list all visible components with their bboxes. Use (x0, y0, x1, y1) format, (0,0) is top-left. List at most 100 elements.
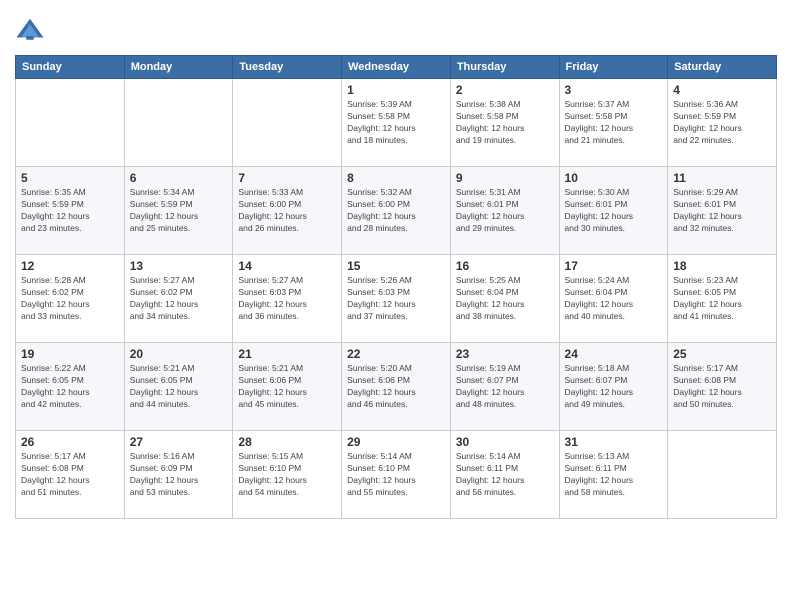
calendar-cell: 17 Sunrise: 5:24 AM Sunset: 6:04 PM Dayli… (559, 255, 668, 343)
day-number: 21 (238, 347, 336, 361)
day-info: Sunrise: 5:25 AM Sunset: 6:04 PM Dayligh… (456, 275, 554, 323)
weekday-header-thursday: Thursday (450, 56, 559, 79)
day-info: Sunrise: 5:21 AM Sunset: 6:06 PM Dayligh… (238, 363, 336, 411)
day-info: Sunrise: 5:27 AM Sunset: 6:02 PM Dayligh… (130, 275, 228, 323)
day-number: 16 (456, 259, 554, 273)
calendar-cell: 9 Sunrise: 5:31 AM Sunset: 6:01 PM Daylig… (450, 167, 559, 255)
page: SundayMondayTuesdayWednesdayThursdayFrid… (0, 0, 792, 612)
day-number: 22 (347, 347, 445, 361)
day-number: 19 (21, 347, 119, 361)
calendar-cell: 3 Sunrise: 5:37 AM Sunset: 5:58 PM Daylig… (559, 79, 668, 167)
day-number: 5 (21, 171, 119, 185)
calendar-cell: 20 Sunrise: 5:21 AM Sunset: 6:05 PM Dayli… (124, 343, 233, 431)
day-number: 4 (673, 83, 771, 97)
calendar-cell: 1Sunrise: 5:39 AM Sunset: 5:58 PM Daylig… (342, 79, 451, 167)
day-number: 18 (673, 259, 771, 273)
weekday-header-friday: Friday (559, 56, 668, 79)
day-info: Sunrise: 5:29 AM Sunset: 6:01 PM Dayligh… (673, 187, 771, 235)
day-info: Sunrise: 5:18 AM Sunset: 6:07 PM Dayligh… (565, 363, 663, 411)
weekday-header-wednesday: Wednesday (342, 56, 451, 79)
day-info: Sunrise: 5:24 AM Sunset: 6:04 PM Dayligh… (565, 275, 663, 323)
logo (15, 15, 49, 45)
calendar-cell: 26 Sunrise: 5:17 AM Sunset: 6:08 PM Dayli… (16, 431, 125, 519)
day-info: Sunrise: 5:27 AM Sunset: 6:03 PM Dayligh… (238, 275, 336, 323)
calendar-cell: 12 Sunrise: 5:28 AM Sunset: 6:02 PM Dayli… (16, 255, 125, 343)
day-info: Sunrise: 5:14 AM Sunset: 6:10 PM Dayligh… (347, 451, 445, 499)
day-number: 20 (130, 347, 228, 361)
calendar-cell: 31Sunrise: 5:13 AM Sunset: 6:11 PM Dayli… (559, 431, 668, 519)
day-info: Sunrise: 5:23 AM Sunset: 6:05 PM Dayligh… (673, 275, 771, 323)
calendar-cell: 28Sunrise: 5:15 AM Sunset: 6:10 PM Dayli… (233, 431, 342, 519)
week-row-4: 19 Sunrise: 5:22 AM Sunset: 6:05 PM Dayli… (16, 343, 777, 431)
weekday-header-sunday: Sunday (16, 56, 125, 79)
calendar-cell: 21 Sunrise: 5:21 AM Sunset: 6:06 PM Dayli… (233, 343, 342, 431)
day-number: 13 (130, 259, 228, 273)
calendar-cell: 15Sunrise: 5:26 AM Sunset: 6:03 PM Dayli… (342, 255, 451, 343)
day-info: Sunrise: 5:26 AM Sunset: 6:03 PM Dayligh… (347, 275, 445, 323)
week-row-2: 5 Sunrise: 5:35 AM Sunset: 5:59 PM Daylig… (16, 167, 777, 255)
day-info: Sunrise: 5:32 AM Sunset: 6:00 PM Dayligh… (347, 187, 445, 235)
day-number: 28 (238, 435, 336, 449)
day-info: Sunrise: 5:28 AM Sunset: 6:02 PM Dayligh… (21, 275, 119, 323)
header (15, 15, 777, 45)
week-row-3: 12 Sunrise: 5:28 AM Sunset: 6:02 PM Dayli… (16, 255, 777, 343)
day-number: 11 (673, 171, 771, 185)
calendar-cell (16, 79, 125, 167)
day-number: 12 (21, 259, 119, 273)
day-info: Sunrise: 5:19 AM Sunset: 6:07 PM Dayligh… (456, 363, 554, 411)
day-info: Sunrise: 5:16 AM Sunset: 6:09 PM Dayligh… (130, 451, 228, 499)
day-info: Sunrise: 5:35 AM Sunset: 5:59 PM Dayligh… (21, 187, 119, 235)
calendar-body: 1Sunrise: 5:39 AM Sunset: 5:58 PM Daylig… (16, 79, 777, 519)
weekday-header-monday: Monday (124, 56, 233, 79)
calendar-cell: 23Sunrise: 5:19 AM Sunset: 6:07 PM Dayli… (450, 343, 559, 431)
day-number: 17 (565, 259, 663, 273)
calendar-cell: 6Sunrise: 5:34 AM Sunset: 5:59 PM Daylig… (124, 167, 233, 255)
calendar-cell: 29 Sunrise: 5:14 AM Sunset: 6:10 PM Dayli… (342, 431, 451, 519)
weekday-header-saturday: Saturday (668, 56, 777, 79)
calendar-cell: 30 Sunrise: 5:14 AM Sunset: 6:11 PM Dayli… (450, 431, 559, 519)
calendar-cell: 24 Sunrise: 5:18 AM Sunset: 6:07 PM Dayli… (559, 343, 668, 431)
day-number: 1 (347, 83, 445, 97)
day-number: 3 (565, 83, 663, 97)
day-number: 24 (565, 347, 663, 361)
day-number: 7 (238, 171, 336, 185)
day-number: 25 (673, 347, 771, 361)
day-info: Sunrise: 5:31 AM Sunset: 6:01 PM Dayligh… (456, 187, 554, 235)
day-info: Sunrise: 5:14 AM Sunset: 6:11 PM Dayligh… (456, 451, 554, 499)
calendar-cell: 22Sunrise: 5:20 AM Sunset: 6:06 PM Dayli… (342, 343, 451, 431)
weekday-header-tuesday: Tuesday (233, 56, 342, 79)
calendar-cell: 25 Sunrise: 5:17 AM Sunset: 6:08 PM Dayli… (668, 343, 777, 431)
calendar-cell: 19 Sunrise: 5:22 AM Sunset: 6:05 PM Dayli… (16, 343, 125, 431)
day-info: Sunrise: 5:17 AM Sunset: 6:08 PM Dayligh… (673, 363, 771, 411)
calendar-cell: 14Sunrise: 5:27 AM Sunset: 6:03 PM Dayli… (233, 255, 342, 343)
calendar-cell: 5 Sunrise: 5:35 AM Sunset: 5:59 PM Daylig… (16, 167, 125, 255)
day-info: Sunrise: 5:17 AM Sunset: 6:08 PM Dayligh… (21, 451, 119, 499)
calendar-cell: 2 Sunrise: 5:38 AM Sunset: 5:58 PM Daylig… (450, 79, 559, 167)
day-info: Sunrise: 5:38 AM Sunset: 5:58 PM Dayligh… (456, 99, 554, 147)
calendar: SundayMondayTuesdayWednesdayThursdayFrid… (15, 55, 777, 519)
day-number: 30 (456, 435, 554, 449)
day-number: 29 (347, 435, 445, 449)
day-number: 9 (456, 171, 554, 185)
day-info: Sunrise: 5:30 AM Sunset: 6:01 PM Dayligh… (565, 187, 663, 235)
day-number: 8 (347, 171, 445, 185)
day-number: 10 (565, 171, 663, 185)
week-row-1: 1Sunrise: 5:39 AM Sunset: 5:58 PM Daylig… (16, 79, 777, 167)
day-number: 2 (456, 83, 554, 97)
week-row-5: 26 Sunrise: 5:17 AM Sunset: 6:08 PM Dayli… (16, 431, 777, 519)
day-info: Sunrise: 5:21 AM Sunset: 6:05 PM Dayligh… (130, 363, 228, 411)
day-info: Sunrise: 5:34 AM Sunset: 5:59 PM Dayligh… (130, 187, 228, 235)
calendar-cell: 18 Sunrise: 5:23 AM Sunset: 6:05 PM Dayli… (668, 255, 777, 343)
calendar-cell (124, 79, 233, 167)
calendar-cell: 8 Sunrise: 5:32 AM Sunset: 6:00 PM Daylig… (342, 167, 451, 255)
day-info: Sunrise: 5:36 AM Sunset: 5:59 PM Dayligh… (673, 99, 771, 147)
logo-icon (15, 15, 45, 45)
calendar-cell: 13 Sunrise: 5:27 AM Sunset: 6:02 PM Dayli… (124, 255, 233, 343)
day-info: Sunrise: 5:37 AM Sunset: 5:58 PM Dayligh… (565, 99, 663, 147)
calendar-cell (668, 431, 777, 519)
day-info: Sunrise: 5:33 AM Sunset: 6:00 PM Dayligh… (238, 187, 336, 235)
calendar-cell: 10 Sunrise: 5:30 AM Sunset: 6:01 PM Dayli… (559, 167, 668, 255)
day-info: Sunrise: 5:22 AM Sunset: 6:05 PM Dayligh… (21, 363, 119, 411)
calendar-cell: 7 Sunrise: 5:33 AM Sunset: 6:00 PM Daylig… (233, 167, 342, 255)
day-number: 26 (21, 435, 119, 449)
